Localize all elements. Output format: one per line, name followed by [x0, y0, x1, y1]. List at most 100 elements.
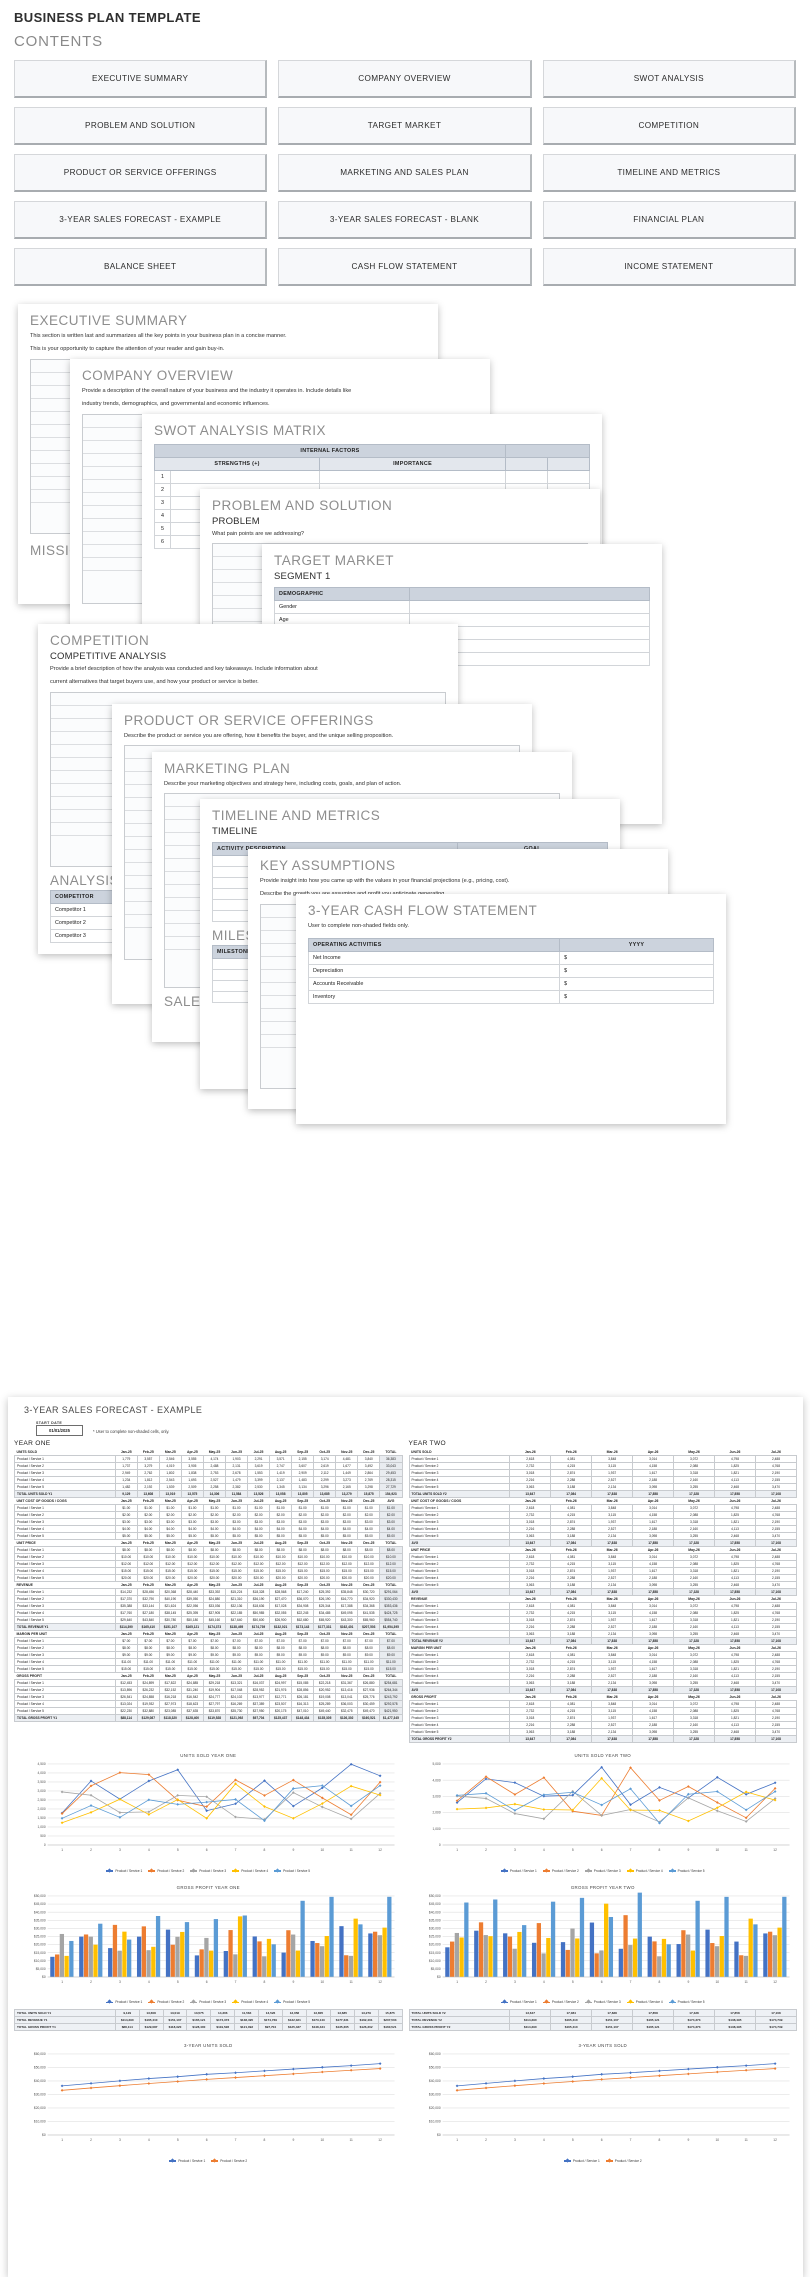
data-cell[interactable]: $2.00 — [224, 1511, 249, 1519]
data-cell[interactable]: $7.00 — [202, 1637, 226, 1645]
data-cell[interactable]: $11.00 — [313, 1658, 337, 1666]
data-cell[interactable]: $26,541 — [114, 1693, 138, 1701]
data-cell[interactable]: $15.00 — [335, 1665, 359, 1673]
data-cell[interactable]: $16,269 — [224, 1700, 249, 1708]
data-cell[interactable]: $15,085 — [291, 1679, 315, 1687]
data-cell[interactable]: $65,920 — [313, 1616, 337, 1624]
data-cell[interactable]: 3,188 — [550, 1728, 593, 1736]
data-cell[interactable]: $22,230 — [114, 1707, 138, 1715]
data-cell[interactable]: 4,081 — [550, 1504, 593, 1512]
data-cell[interactable]: $15.00 — [247, 1665, 271, 1673]
data-cell[interactable]: $9.00 — [224, 1651, 249, 1659]
table-row[interactable]: Product / Service 2 $13,896 $26,232 $32,152… — [14, 1686, 403, 1694]
data-cell[interactable]: $7.00 — [136, 1637, 160, 1645]
data-cell[interactable]: $5.00 — [180, 1532, 204, 1540]
data-cell[interactable]: $5.00 — [114, 1532, 138, 1540]
data-cell[interactable]: $12.00 — [114, 1560, 138, 1568]
data-cell[interactable]: 2,527 — [591, 1721, 634, 1729]
data-cell[interactable]: $32,136 — [224, 1602, 249, 1610]
data-cell[interactable]: $26,880 — [357, 1679, 381, 1687]
data-cell[interactable]: $25,344 — [313, 1602, 337, 1610]
data-cell[interactable]: 2,468 — [714, 1581, 756, 1589]
data-cell[interactable]: $8.00 — [269, 1644, 293, 1652]
data-cell[interactable]: 3,318 — [673, 1714, 716, 1722]
data-cell[interactable]: $9.00 — [335, 1651, 359, 1659]
table-row[interactable]: Product / Service 4 $4.00 $4.00 $4.00 $4.00 $… — [14, 1525, 403, 1533]
data-cell[interactable]: 3,063 — [509, 1728, 552, 1736]
fin-table-y1-2[interactable]: UNIT PRICE Jan-25 Feb-25 Mar-25 Apr-25 May-25… — [14, 1540, 403, 1582]
data-cell[interactable]: $1.00 — [247, 1504, 271, 1512]
data-cell[interactable]: 1,825 — [714, 1560, 756, 1568]
data-cell[interactable]: 4,113 — [714, 1476, 756, 1484]
table-row[interactable]: Product / Service 4 2,216 2,288 2,527 2,188 2… — [408, 1623, 798, 1631]
data-cell[interactable]: 1,937 — [591, 1469, 634, 1477]
data-cell[interactable]: $3.00 — [335, 1518, 359, 1526]
data-cell[interactable]: $20.00 — [136, 1574, 160, 1582]
table-row[interactable]: Product / Service 1 1,779 3,557 2,546 3,555 4… — [14, 1455, 403, 1463]
data-cell[interactable]: $37,389 — [247, 1700, 271, 1708]
data-cell[interactable]: $34,368 — [357, 1602, 381, 1610]
data-cell[interactable]: 1,937 — [591, 1665, 634, 1673]
data-cell[interactable]: 3,072 — [673, 1651, 716, 1659]
data-cell[interactable]: $10.00 — [224, 1553, 249, 1561]
data-cell[interactable]: 2,874 — [550, 1616, 593, 1624]
data-cell[interactable]: $20.00 — [335, 1574, 359, 1582]
data-cell[interactable]: $2.00 — [335, 1511, 359, 1519]
data-cell[interactable]: $12,453 — [114, 1679, 138, 1687]
data-cell[interactable]: 1,937 — [591, 1518, 634, 1526]
data-cell[interactable]: 2,618 — [509, 1651, 552, 1659]
data-cell[interactable]: 1,419 — [269, 1469, 293, 1477]
toc-button-income-statement[interactable]: INCOME STATEMENT — [542, 248, 796, 286]
data-cell[interactable]: 2,732 — [509, 1658, 552, 1666]
data-cell[interactable]: 2,216 — [509, 1525, 552, 1533]
data-cell[interactable]: $5.00 — [136, 1532, 160, 1540]
cash-flow-row-value[interactable]: $ — [559, 977, 714, 992]
cash-flow-row-value[interactable]: $ — [559, 964, 714, 979]
table-row[interactable]: Accounts Receivable $ — [307, 977, 714, 992]
data-cell[interactable]: $7.00 — [291, 1637, 315, 1645]
data-cell[interactable]: $36,190 — [247, 1595, 271, 1603]
data-cell[interactable]: 2,088 — [673, 1560, 716, 1568]
data-cell[interactable]: 3,848 — [591, 1651, 634, 1659]
data-cell[interactable]: $7.00 — [158, 1637, 182, 1645]
data-cell[interactable]: 2,527 — [591, 1476, 634, 1484]
data-cell[interactable]: 4,768 — [754, 1511, 798, 1519]
data-cell[interactable]: 3,848 — [591, 1700, 634, 1708]
data-cell[interactable]: 2,288 — [550, 1721, 593, 1729]
data-cell[interactable]: $3.00 — [291, 1518, 315, 1526]
data-cell[interactable]: 1,825 — [714, 1462, 756, 1470]
data-cell[interactable]: $40,190 — [158, 1595, 182, 1603]
table-row[interactable]: Product / Service 1 2,618 4,081 3,848 3,014 3… — [408, 1504, 798, 1512]
data-cell[interactable]: $15.00 — [202, 1665, 226, 1673]
data-cell[interactable]: 2,732 — [509, 1560, 552, 1568]
data-cell[interactable]: $8.00 — [247, 1546, 271, 1554]
data-cell[interactable]: 2,216 — [509, 1672, 552, 1680]
data-cell[interactable]: $35,388 — [114, 1602, 138, 1610]
data-cell[interactable]: $17,048 — [224, 1686, 249, 1694]
data-cell[interactable]: $10.00 — [158, 1553, 182, 1561]
table-row[interactable]: Product / Service 3 3,018 2,874 1,937 1,617 3… — [408, 1616, 798, 1624]
data-cell[interactable]: $39,050 — [180, 1595, 204, 1603]
data-cell[interactable]: 3,098 — [632, 1679, 675, 1687]
data-cell[interactable]: $5.00 — [357, 1532, 381, 1540]
data-cell[interactable]: 2,160 — [673, 1574, 716, 1582]
data-cell[interactable]: $9.00 — [114, 1651, 138, 1659]
data-cell[interactable]: 2,188 — [632, 1721, 675, 1729]
data-cell[interactable]: 1,345 — [269, 1483, 293, 1491]
list-item[interactable]: Gender — [274, 600, 650, 614]
table-row[interactable]: Product / Service 5 3,063 3,188 2,134 3,098 3… — [408, 1483, 798, 1491]
data-cell[interactable]: 2,088 — [673, 1707, 716, 1715]
data-cell[interactable]: $16,313 — [291, 1700, 315, 1708]
data-cell[interactable]: 4,215 — [550, 1658, 593, 1666]
data-cell[interactable]: 2,769 — [357, 1476, 381, 1484]
data-cell[interactable]: 2,134 — [591, 1630, 634, 1638]
data-cell[interactable]: $13,977 — [247, 1693, 271, 1701]
data-cell[interactable]: 4,798 — [714, 1553, 756, 1561]
data-cell[interactable]: 2,190 — [754, 1714, 798, 1722]
table-row[interactable]: Product / Service 4 1,234 1,812 2,543 1,693 2… — [14, 1476, 403, 1484]
data-cell[interactable]: 2,468 — [714, 1728, 756, 1736]
data-cell[interactable]: 2,762 — [136, 1469, 160, 1477]
data-cell[interactable]: $20.00 — [180, 1574, 204, 1582]
data-cell[interactable]: $8.00 — [313, 1644, 337, 1652]
data-cell[interactable]: $34,908 — [291, 1602, 315, 1610]
